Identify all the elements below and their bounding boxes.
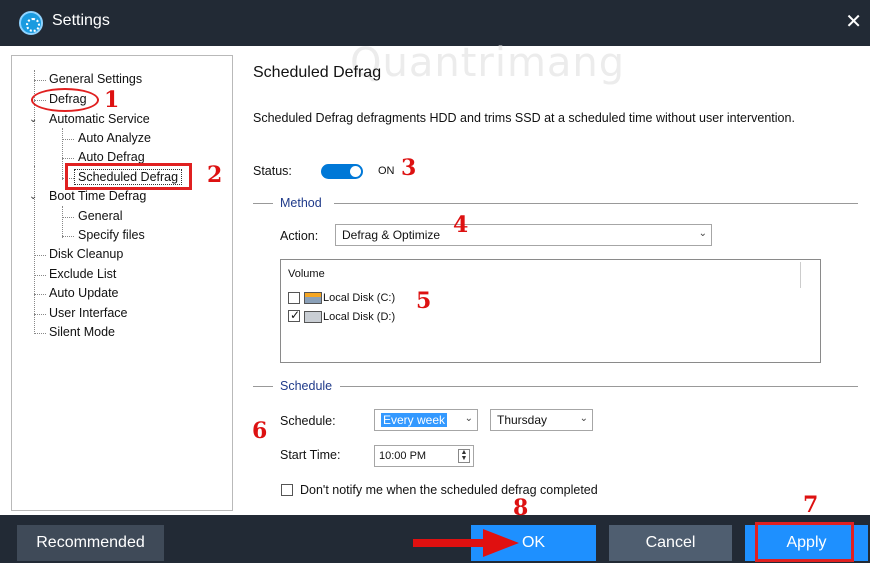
notify-checkbox[interactable]: [281, 484, 293, 496]
volume-label-c: Local Disk (C:): [323, 292, 396, 304]
status-label: Status:: [253, 164, 292, 178]
window-title: Settings: [52, 12, 110, 29]
status-toggle[interactable]: [321, 164, 363, 179]
annotation-1: 1: [104, 87, 120, 113]
status-value: ON: [378, 165, 395, 177]
tree-item-auto-update[interactable]: Auto Update: [49, 286, 119, 300]
schedule-heading: Schedule: [280, 379, 333, 393]
annotation-4: 4: [453, 212, 469, 238]
annotation-rect: [755, 522, 854, 562]
recommended-button[interactable]: Recommended: [17, 525, 164, 561]
annotation-6: 6: [252, 418, 268, 444]
volume-checkbox-c[interactable]: [288, 292, 300, 304]
app-logo-icon: [19, 11, 43, 35]
tree-item-boot-time-defrag[interactable]: Boot Time Defrag: [49, 189, 146, 203]
start-time-label: Start Time:: [280, 448, 341, 462]
volume-header: Volume: [288, 268, 325, 280]
schedule-value: Every week: [381, 413, 448, 427]
volume-list[interactable]: Volume Local Disk (C:) Local Disk (D:): [280, 259, 821, 363]
drive-c-icon: [304, 292, 322, 304]
tree-item-auto-analyze[interactable]: Auto Analyze: [78, 131, 151, 145]
chevron-down-icon: ⌄: [464, 413, 473, 424]
schedule-label: Schedule:: [280, 414, 336, 428]
chevron-down-icon: ⌄: [698, 228, 707, 239]
action-value: Defrag & Optimize: [342, 228, 441, 242]
method-heading: Method: [280, 196, 322, 210]
tree-item-silent-mode[interactable]: Silent Mode: [49, 325, 115, 339]
drive-d-icon: [304, 311, 322, 323]
spinner-icon[interactable]: ▲ ▼: [458, 449, 470, 463]
start-time-value: 10:00 PM: [379, 450, 427, 462]
annotation-2: 2: [207, 162, 223, 188]
close-icon[interactable]: ✕: [845, 10, 862, 32]
chevron-down-icon[interactable]: ⌄: [29, 114, 37, 125]
annotation-5: 5: [416, 288, 432, 314]
chevron-down-icon: ⌄: [579, 413, 588, 424]
annotation-7: 7: [803, 492, 819, 518]
tree-item-disk-cleanup[interactable]: Disk Cleanup: [49, 247, 123, 261]
action-label: Action:: [280, 229, 319, 243]
start-time-input[interactable]: 10:00 PM ▲ ▼: [374, 445, 474, 467]
volume-label-d: Local Disk (D:): [323, 311, 396, 323]
chevron-down-icon[interactable]: ⌄: [29, 191, 37, 202]
cancel-button[interactable]: Cancel: [609, 525, 732, 561]
description-text: Scheduled Defrag defragments HDD and tri…: [253, 111, 795, 125]
tree-item-automatic-service[interactable]: Automatic Service: [49, 112, 150, 126]
annotation-8: 8: [513, 495, 529, 521]
tree-item-general-settings[interactable]: General Settings: [49, 72, 142, 86]
tree-item-user-interface[interactable]: User Interface: [49, 306, 128, 320]
watermark: Quantrimang: [350, 40, 626, 86]
tree-item-auto-defrag[interactable]: Auto Defrag: [78, 150, 145, 164]
page-title: Scheduled Defrag: [253, 64, 382, 81]
day-select[interactable]: Thursday ⌄: [490, 409, 593, 431]
annotation-3: 3: [401, 155, 417, 181]
annotation-circle: [31, 88, 99, 112]
toggle-knob: [350, 166, 361, 177]
tree-item-exclude-list[interactable]: Exclude List: [49, 267, 116, 281]
tree-item-specify-files[interactable]: Specify files: [78, 228, 145, 242]
schedule-select[interactable]: Every week ⌄: [374, 409, 478, 431]
notify-label: Don't notify me when the scheduled defra…: [300, 483, 598, 497]
annotation-rect: [65, 163, 192, 190]
tree-item-general[interactable]: General: [78, 209, 122, 223]
settings-tree: General Settings Defrag ⌄ Automatic Serv…: [11, 55, 233, 511]
volume-checkbox-d[interactable]: [288, 308, 300, 322]
day-value: Thursday: [497, 413, 548, 427]
red-arrow-icon: [413, 529, 519, 557]
action-select[interactable]: Defrag & Optimize ⌄: [335, 224, 712, 246]
